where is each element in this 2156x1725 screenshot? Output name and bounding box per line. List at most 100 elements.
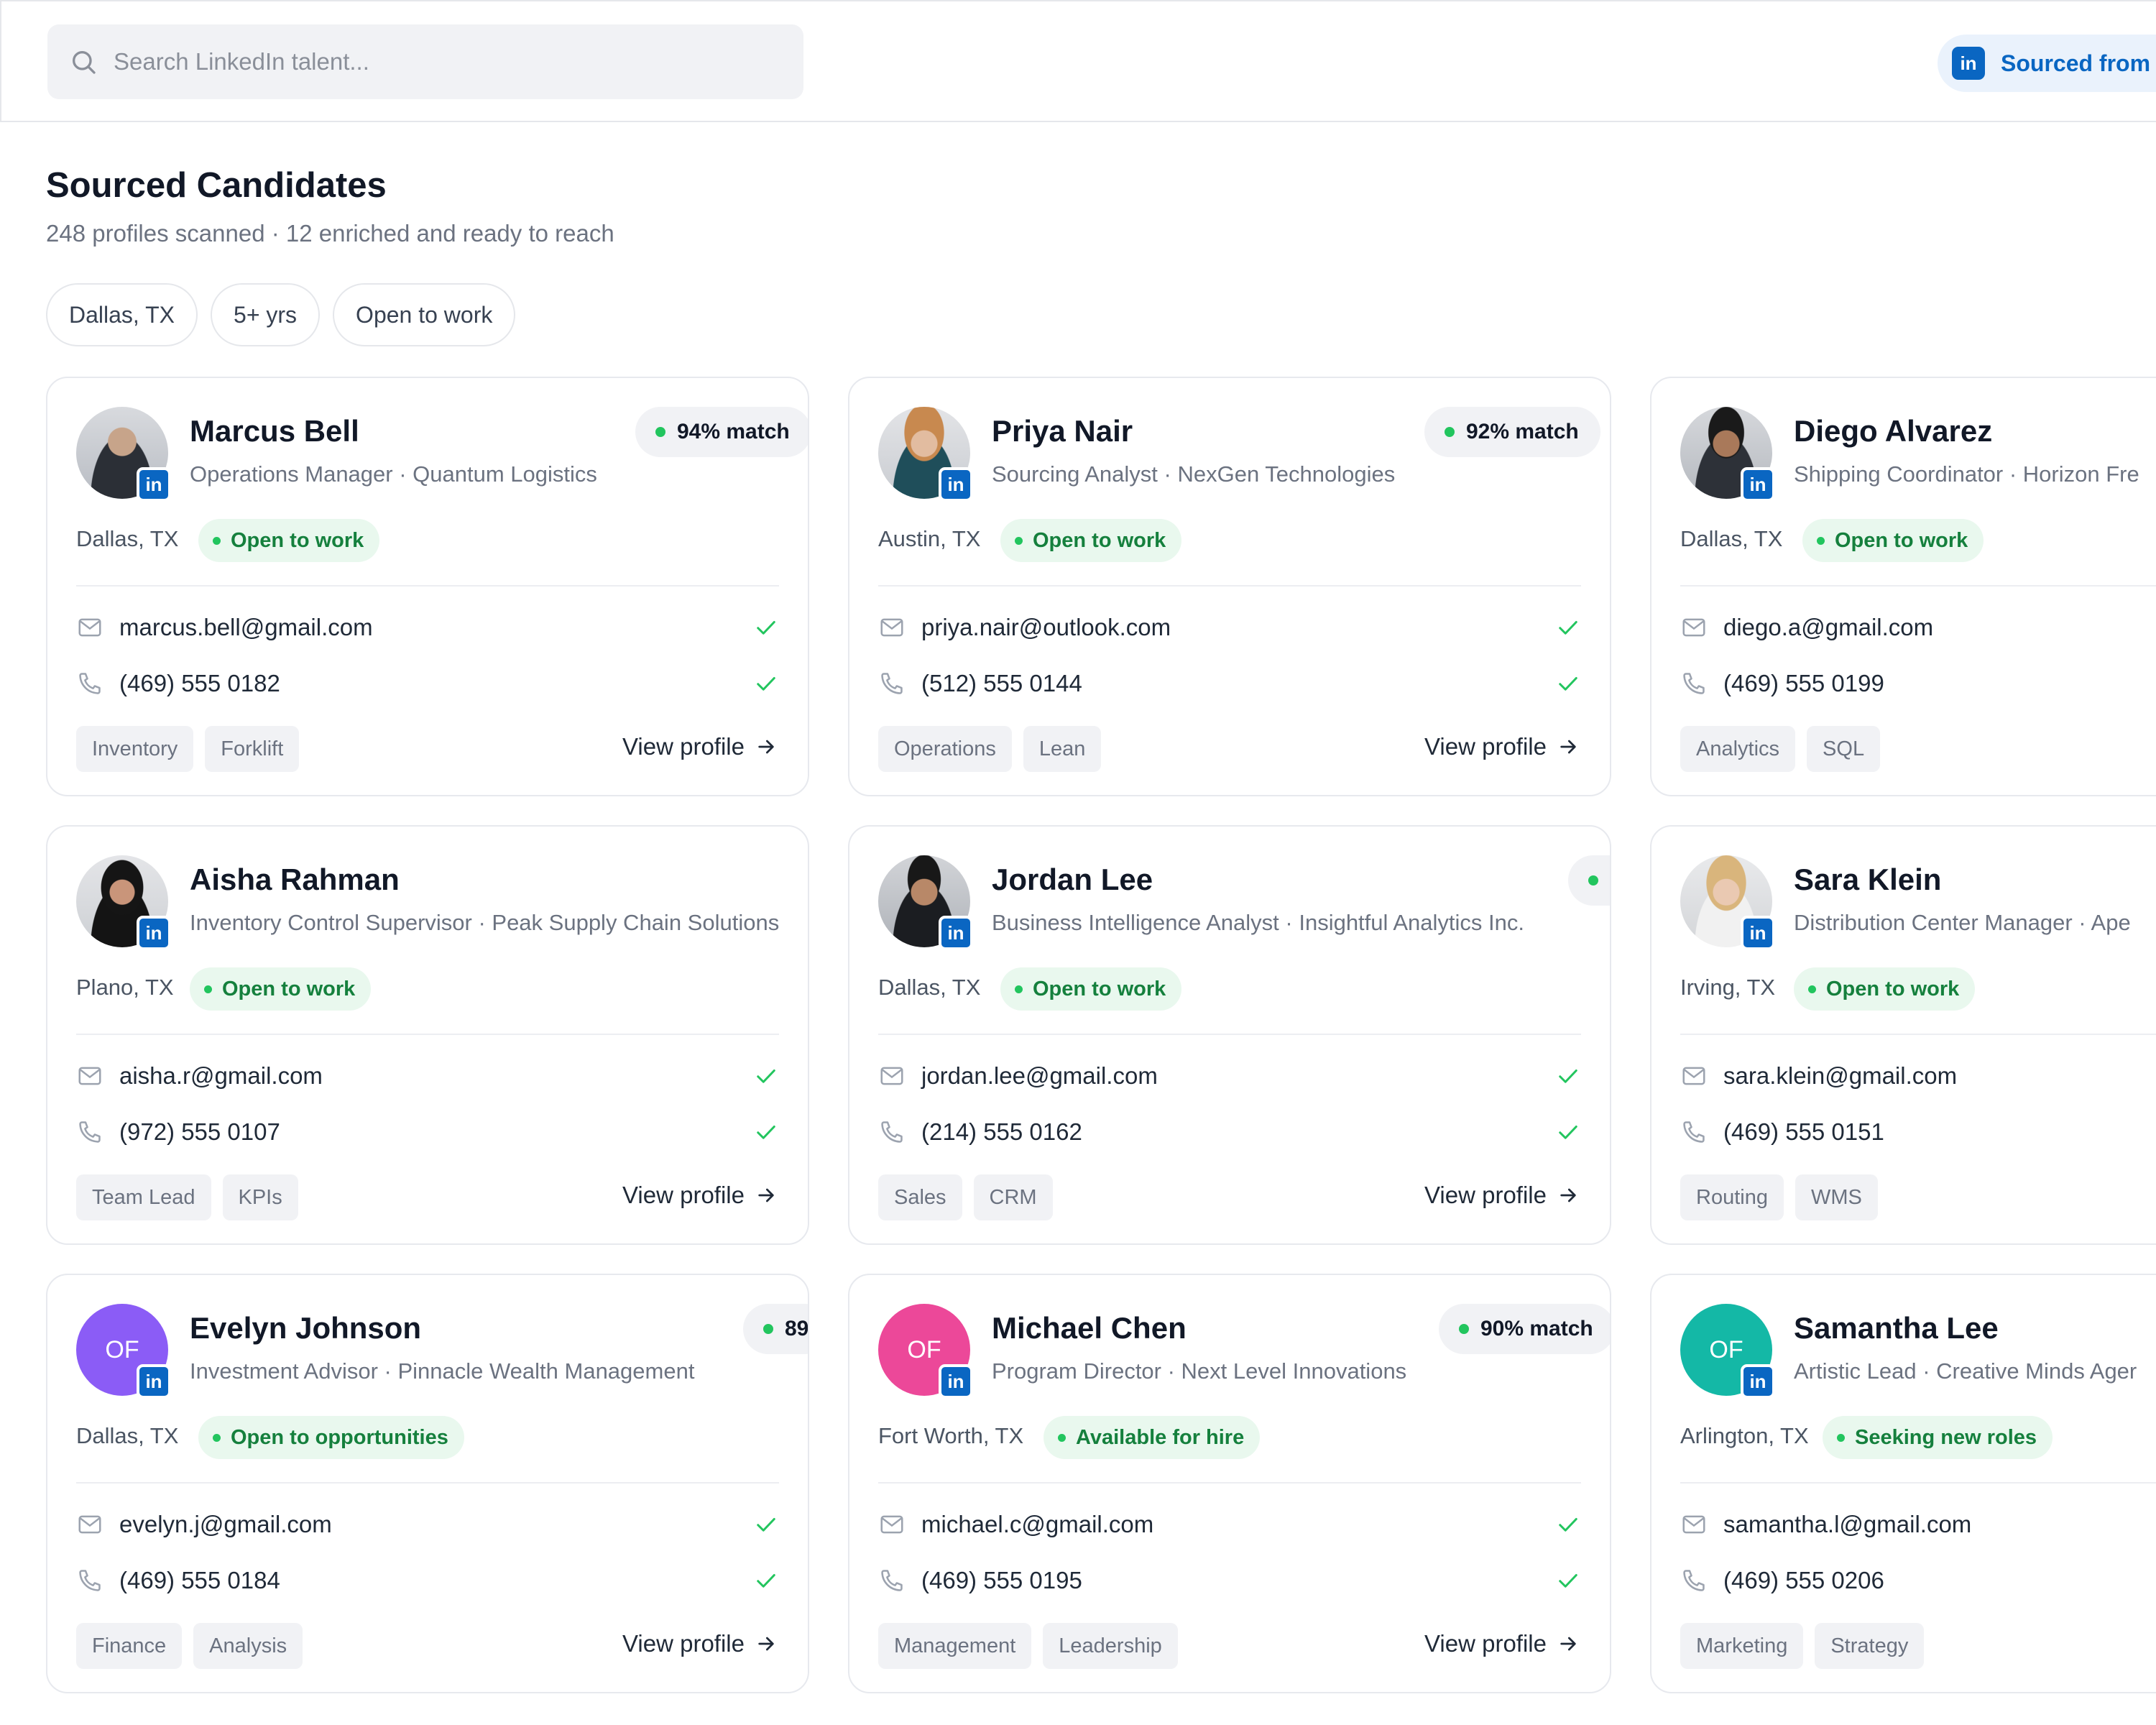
skill-tag: Analytics: [1680, 726, 1796, 772]
phone-row[interactable]: (469) 555 0195: [878, 1563, 1581, 1598]
email-row[interactable]: jordan.lee@gmail.com: [878, 1058, 1581, 1094]
email-verified-icon: [1559, 1518, 1577, 1532]
candidate-role: Inventory Control Supervisor · Peak Supp…: [190, 910, 780, 935]
candidate-name[interactable]: Diego Alvarez: [1794, 414, 1992, 448]
sourced-from-linkedin-badge[interactable]: in Sourced from: [1938, 34, 2156, 92]
phone-row[interactable]: (469) 555 0184: [76, 1563, 779, 1598]
view-profile-link[interactable]: View profile: [622, 1630, 778, 1657]
email-row[interactable]: marcus.bell@gmail.com: [76, 610, 779, 645]
view-profile-label: View profile: [622, 733, 745, 760]
email-verified-icon: [1559, 1070, 1577, 1083]
email-row[interactable]: diego.a@gmail.com: [1680, 610, 2155, 645]
arrow-right-icon: [758, 740, 774, 754]
phone-verified-icon: [757, 677, 775, 691]
status-badge: Open to opportunities: [198, 1416, 464, 1459]
candidate-role: Shipping Coordinator · Horizon Fre: [1794, 461, 2139, 487]
phone-row[interactable]: (512) 555 0144: [878, 666, 1581, 702]
phone-row[interactable]: (214) 555 0162: [878, 1114, 1581, 1150]
phone-icon: [79, 1121, 101, 1143]
view-profile-link[interactable]: View profile: [1424, 733, 1580, 760]
divider: [878, 1482, 1581, 1484]
view-profile-link[interactable]: View profile: [1424, 1630, 1580, 1657]
candidate-name[interactable]: Samantha Lee: [1794, 1311, 1999, 1346]
candidate-card[interactable]: OF in Michael Chen Program Director · Next …: [848, 1274, 1611, 1693]
avatar-initials: OF: [907, 1335, 941, 1363]
skill-tags: Marketing Strategy: [1680, 1623, 1925, 1669]
view-profile-link[interactable]: View profile: [1424, 1182, 1580, 1209]
phone-row[interactable]: (469) 555 0199: [1680, 666, 2155, 702]
email-icon: [880, 1067, 903, 1085]
filter-chips: Dallas, TX 5+ yrs Open to work: [46, 283, 516, 346]
linkedin-icon: in: [1952, 47, 1985, 80]
status-badge: Open to work: [198, 519, 380, 562]
view-profile-link[interactable]: View profile: [622, 1182, 778, 1209]
match-score-badge: 90% match: [1439, 1304, 1610, 1354]
skill-tag: Operations: [878, 726, 1012, 772]
candidate-name[interactable]: Priya Nair: [992, 414, 1133, 448]
candidate-location: Dallas, TX: [76, 1423, 179, 1448]
candidate-name[interactable]: Aisha Rahman: [190, 862, 400, 897]
linkedin-icon: in: [137, 467, 171, 502]
email-icon: [1682, 1067, 1705, 1085]
email-row[interactable]: evelyn.j@gmail.com: [76, 1506, 779, 1542]
email-row[interactable]: aisha.r@gmail.com: [76, 1058, 779, 1094]
view-profile-link[interactable]: View profile: [622, 733, 778, 760]
phone-value: (972) 555 0107: [119, 1118, 280, 1145]
phone-row[interactable]: (972) 555 0107: [76, 1114, 779, 1150]
phone-value: (469) 555 0206: [1723, 1567, 1884, 1593]
candidate-name[interactable]: Sara Klein: [1794, 862, 1941, 897]
page-title: Sourced Candidates: [46, 166, 387, 205]
candidate-card[interactable]: in Marcus Bell Operations Manager · Quantu…: [46, 377, 809, 796]
match-score-badge: 92% match: [1424, 407, 1600, 457]
filter-chip-open-to-work[interactable]: Open to work: [333, 283, 516, 346]
phone-row[interactable]: (469) 555 0151: [1680, 1114, 2155, 1150]
candidate-name[interactable]: Marcus Bell: [190, 414, 359, 448]
phone-value: (214) 555 0162: [921, 1118, 1082, 1145]
candidate-card[interactable]: in Diego Alvarez Shipping Coordinator · Ho…: [1650, 377, 2156, 796]
email-value: sara.klein@gmail.com: [1723, 1062, 1958, 1089]
skill-tags: Analytics SQL: [1680, 726, 1881, 772]
candidate-card[interactable]: OF in Evelyn Johnson Investment Advisor · P…: [46, 1274, 809, 1693]
phone-value: (512) 555 0144: [921, 670, 1082, 696]
phone-row[interactable]: (469) 555 0206: [1680, 1563, 2155, 1598]
divider: [1680, 1034, 2156, 1035]
skill-tag: Routing: [1680, 1174, 1784, 1220]
phone-icon: [1683, 1570, 1705, 1591]
linkedin-icon: in: [939, 467, 973, 502]
candidate-card[interactable]: in Jordan Lee Business Intelligence Analys…: [848, 825, 1611, 1245]
linkedin-icon: in: [137, 916, 171, 950]
avatar: in: [878, 407, 973, 502]
email-row[interactable]: michael.c@gmail.com: [878, 1506, 1581, 1542]
phone-row[interactable]: (469) 555 0182: [76, 666, 779, 702]
candidate-card[interactable]: in Sara Klein Distribution Center Manager …: [1650, 825, 2156, 1245]
arrow-right-icon: [1560, 740, 1576, 754]
candidate-card[interactable]: in Priya Nair Sourcing Analyst · NexGen Te…: [848, 377, 1611, 796]
divider: [76, 1482, 779, 1484]
email-row[interactable]: samantha.l@gmail.com: [1680, 1506, 2155, 1542]
email-value: diego.a@gmail.com: [1723, 614, 1934, 640]
email-icon: [78, 618, 101, 637]
email-icon: [880, 618, 903, 637]
email-icon: [880, 1515, 903, 1534]
search-bar[interactable]: [47, 24, 803, 99]
status-badge: Available for hire: [1044, 1416, 1261, 1459]
candidate-name[interactable]: Jordan Lee: [992, 862, 1153, 897]
divider: [878, 585, 1581, 586]
view-profile-label: View profile: [1424, 1630, 1547, 1657]
linkedin-icon: in: [939, 916, 973, 950]
candidate-name[interactable]: Michael Chen: [992, 1311, 1187, 1346]
avatar-initials: OF: [1709, 1335, 1743, 1363]
view-profile-label: View profile: [622, 1182, 745, 1208]
search-input[interactable]: [114, 48, 760, 75]
email-row[interactable]: priya.nair@outlook.com: [878, 610, 1581, 645]
email-row[interactable]: sara.klein@gmail.com: [1680, 1058, 2155, 1094]
candidate-card[interactable]: in Aisha Rahman Inventory Control Supervis…: [46, 825, 809, 1245]
filter-chip-experience[interactable]: 5+ yrs: [211, 283, 321, 346]
phone-icon: [881, 1570, 903, 1591]
avatar: OF in: [76, 1304, 171, 1399]
divider: [76, 1034, 779, 1035]
filter-chip-location[interactable]: Dallas, TX: [46, 283, 198, 346]
candidate-name[interactable]: Evelyn Johnson: [190, 1311, 421, 1346]
skill-tag: Team Lead: [76, 1174, 211, 1220]
candidate-card[interactable]: OF in Samantha Lee Artistic Lead · Creative…: [1650, 1274, 2156, 1693]
